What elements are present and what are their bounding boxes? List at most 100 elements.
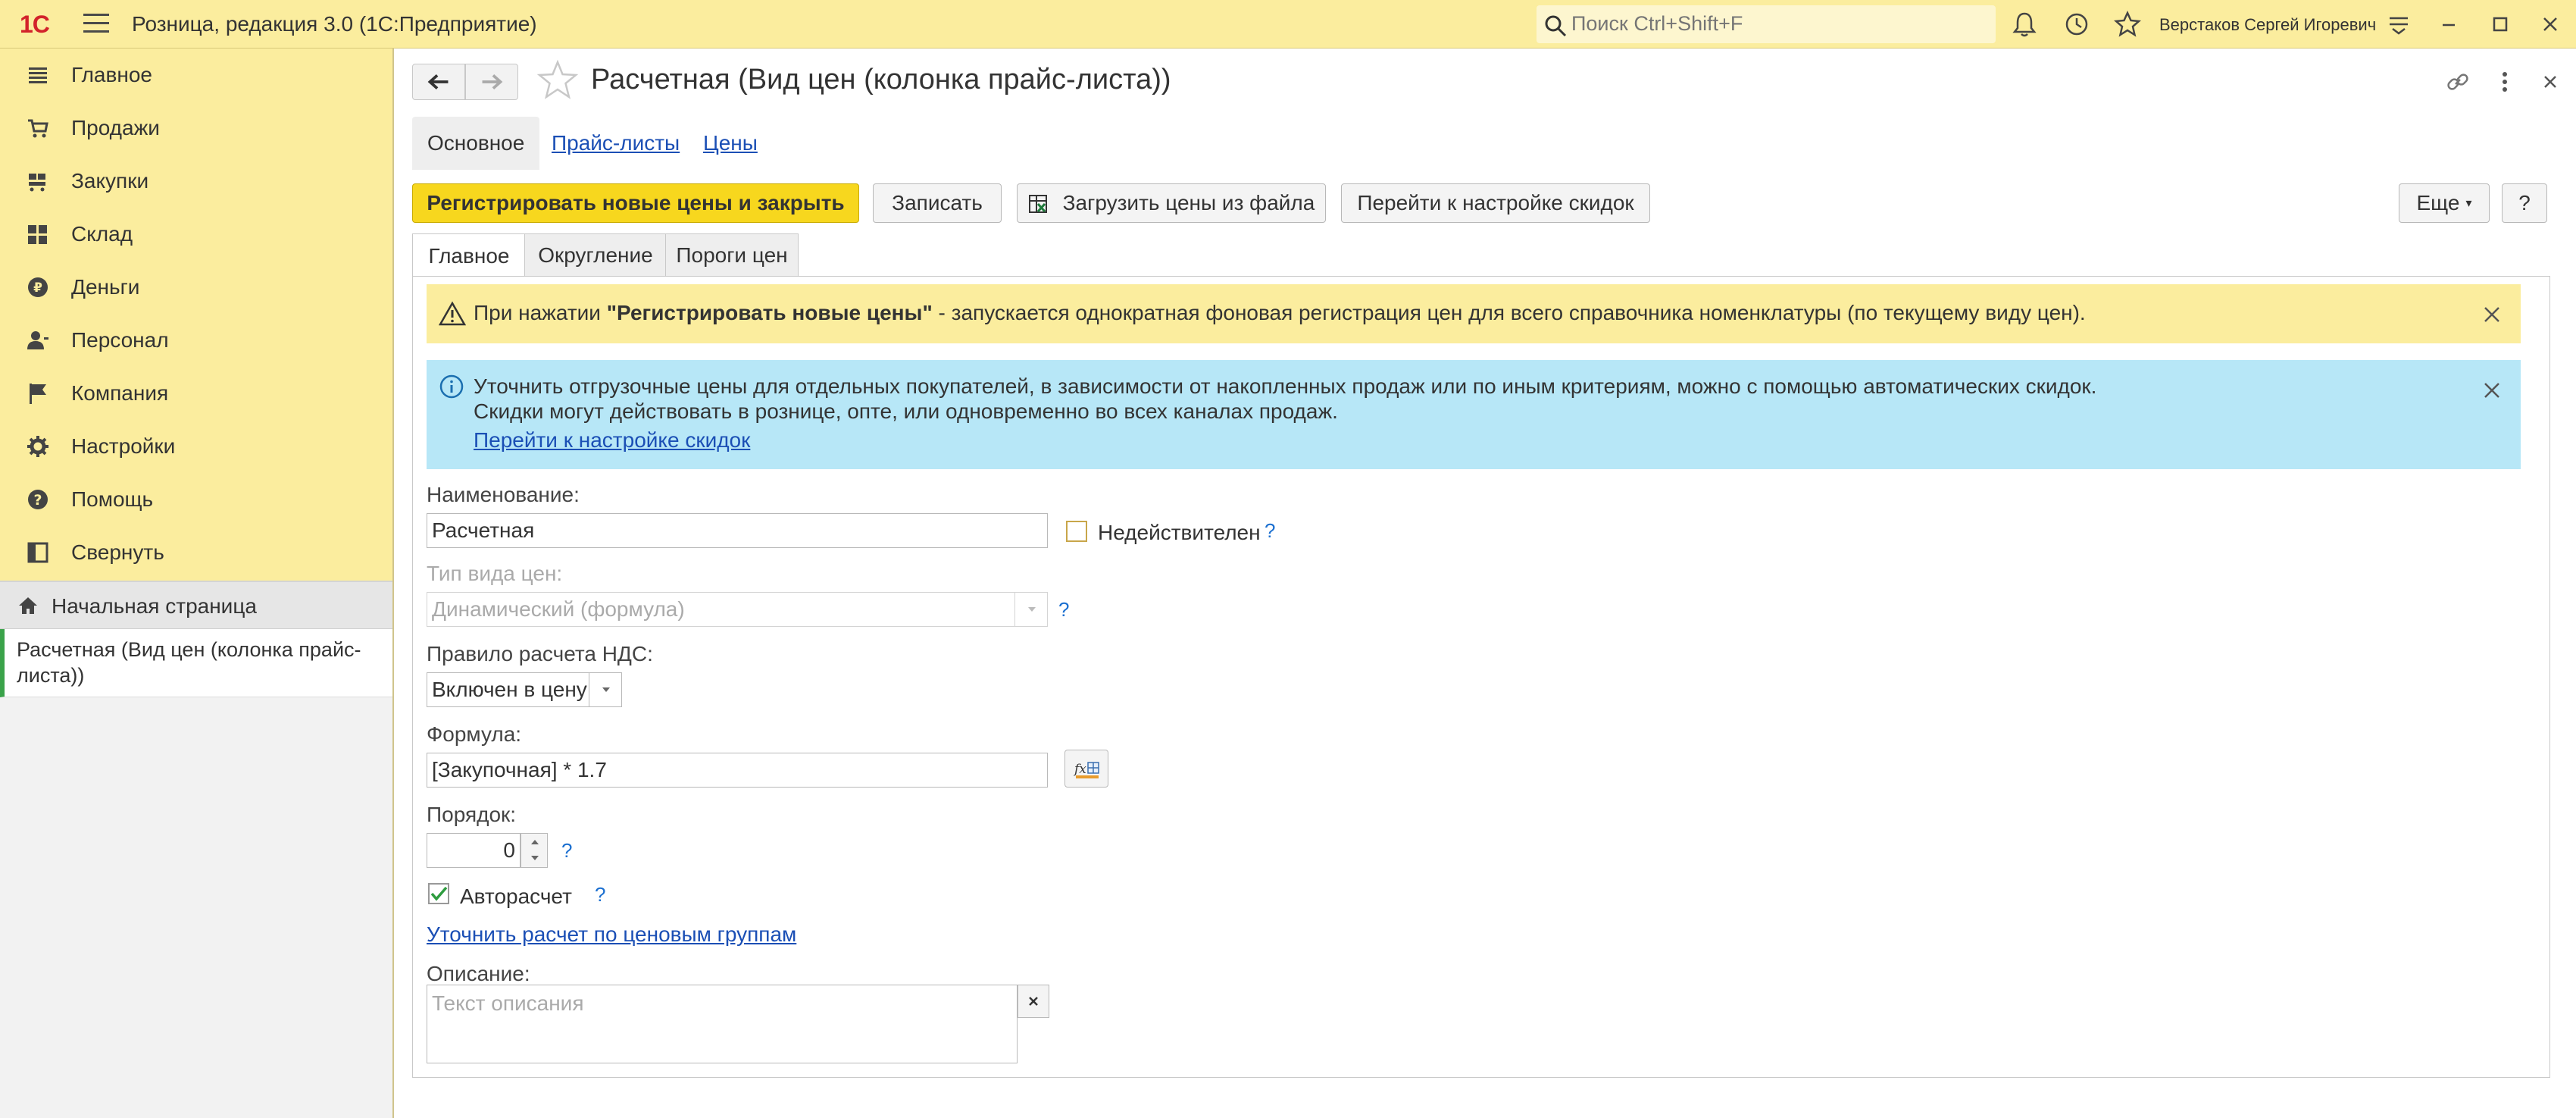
sidebar-item-label: Склад bbox=[71, 222, 133, 246]
checkmark-icon bbox=[430, 886, 448, 901]
home-page-item[interactable]: Начальная страница bbox=[0, 582, 392, 629]
star-icon[interactable] bbox=[2112, 9, 2143, 39]
sidebar-item-collapse[interactable]: Свернуть bbox=[0, 526, 392, 579]
more-vertical-icon[interactable] bbox=[2490, 67, 2520, 97]
sidebar-item-label: Свернуть bbox=[71, 540, 164, 564]
tab-rounding[interactable]: Округление bbox=[524, 233, 667, 276]
flag-icon bbox=[30, 384, 46, 404]
load-prices-button[interactable]: Загрузить цены из файла bbox=[1017, 183, 1326, 223]
autocalc-checkbox[interactable] bbox=[428, 883, 449, 904]
history-icon[interactable] bbox=[2061, 9, 2091, 39]
bell-icon[interactable] bbox=[2009, 9, 2040, 39]
menu-icon[interactable] bbox=[83, 14, 109, 35]
order-label: Порядок: bbox=[427, 803, 517, 826]
arrow-right-icon bbox=[482, 74, 503, 90]
app-logo[interactable]: 1С bbox=[20, 11, 50, 39]
minimize-icon[interactable] bbox=[2434, 9, 2464, 39]
forward-button[interactable] bbox=[465, 64, 518, 100]
invalid-checkbox[interactable] bbox=[1066, 521, 1087, 542]
arrow-left-icon bbox=[427, 74, 449, 90]
autocalc-hint[interactable]: ? bbox=[595, 883, 605, 907]
help-icon: ? bbox=[28, 490, 48, 509]
section-tab-main[interactable]: Основное bbox=[412, 117, 540, 170]
save-button[interactable]: Записать bbox=[873, 183, 1002, 223]
close-icon[interactable] bbox=[2481, 380, 2503, 401]
autocalc-label: Авторасчет bbox=[460, 885, 572, 908]
open-form-label: Расчетная (Вид цен (колонка прайс-листа)… bbox=[17, 638, 361, 687]
search-box[interactable] bbox=[1537, 5, 1996, 43]
info-text: Уточнить отгрузочные цены для отдельных … bbox=[474, 374, 2097, 423]
invalid-hint[interactable]: ? bbox=[1265, 519, 1275, 543]
sidebar-item-sales[interactable]: Продажи bbox=[0, 102, 392, 155]
sidebar-item-warehouse[interactable]: Склад bbox=[0, 208, 392, 261]
vat-field[interactable]: Включен в цену bbox=[427, 672, 590, 707]
vat-dropdown[interactable] bbox=[589, 672, 622, 707]
discount-settings-link[interactable]: Перейти к настройке скидок bbox=[474, 428, 750, 453]
home-icon bbox=[19, 597, 37, 614]
sidebar-item-label: Настройки bbox=[71, 434, 176, 458]
money-icon: ₽ bbox=[28, 277, 48, 297]
close-icon[interactable] bbox=[2481, 304, 2503, 325]
help-button[interactable]: ? bbox=[2502, 183, 2547, 223]
description-field[interactable]: Текст описания bbox=[427, 985, 1018, 1063]
stepper-down-icon[interactable] bbox=[531, 856, 539, 860]
more-button[interactable]: Еще ▾ bbox=[2399, 183, 2490, 223]
search-icon bbox=[1545, 15, 1567, 37]
warning-text: При нажатии "Регистрировать новые цены" … bbox=[474, 301, 2086, 324]
order-stepper[interactable] bbox=[521, 833, 548, 868]
back-button[interactable] bbox=[412, 64, 465, 100]
close-form-icon[interactable] bbox=[2535, 67, 2565, 97]
sidebar-item-money[interactable]: ₽ Деньги bbox=[0, 261, 392, 314]
section-tab-prices[interactable]: Цены bbox=[688, 117, 773, 170]
user-name[interactable]: Верстаков Сергей Игоревич bbox=[2159, 15, 2376, 35]
name-field[interactable]: Расчетная bbox=[427, 513, 1048, 548]
excel-icon bbox=[1029, 195, 1047, 213]
formula-field[interactable]: [Закупочная] * 1.7 bbox=[427, 753, 1048, 788]
open-form-item[interactable]: Расчетная (Вид цен (колонка прайс-листа)… bbox=[0, 629, 392, 697]
formula-label: Формула: bbox=[427, 722, 522, 746]
gear-icon bbox=[27, 436, 48, 457]
sidebar: Главное Продажи Закупки Склад ₽ Деньги П… bbox=[0, 49, 394, 1118]
svg-text:₽: ₽ bbox=[33, 280, 42, 296]
maximize-icon[interactable] bbox=[2485, 9, 2515, 39]
title-bar: 1С Розница, редакция 3.0 (1С:Предприятие… bbox=[0, 0, 2576, 49]
name-label: Наименование: bbox=[427, 483, 580, 506]
clear-description-button[interactable] bbox=[1018, 985, 1049, 1018]
warehouse-icon bbox=[28, 225, 47, 244]
invalid-label: Недействителен bbox=[1098, 521, 1261, 544]
info-banner: Уточнить отгрузочные цены для отдельных … bbox=[427, 360, 2521, 469]
sidebar-item-help[interactable]: ? Помощь bbox=[0, 473, 392, 526]
link-icon[interactable] bbox=[2443, 67, 2473, 97]
clear-icon bbox=[1029, 997, 1038, 1006]
register-prices-button[interactable]: Регистрировать новые цены и закрыть bbox=[412, 183, 859, 223]
person-icon bbox=[27, 331, 48, 349]
sidebar-item-label: Деньги bbox=[71, 275, 140, 299]
price-type-label: Тип вида цен: bbox=[427, 562, 563, 585]
tab-price-thresholds[interactable]: Пороги цен bbox=[665, 233, 799, 276]
purchase-icon bbox=[29, 174, 45, 192]
stepper-up-icon[interactable] bbox=[531, 840, 539, 844]
sidebar-item-main[interactable]: Главное bbox=[0, 49, 392, 102]
search-input[interactable] bbox=[1571, 10, 1980, 37]
sidebar-item-staff[interactable]: Персонал bbox=[0, 314, 392, 367]
price-type-hint[interactable]: ? bbox=[1058, 598, 1069, 622]
order-hint[interactable]: ? bbox=[561, 839, 572, 863]
order-field[interactable]: 0 bbox=[427, 833, 521, 868]
discount-settings-button[interactable]: Перейти к настройке скидок bbox=[1341, 183, 1650, 223]
section-tab-price-lists[interactable]: Прайс-листы bbox=[536, 117, 695, 170]
close-window-icon[interactable] bbox=[2535, 9, 2565, 39]
tab-main[interactable]: Главное bbox=[412, 233, 526, 277]
list-icon bbox=[29, 67, 47, 83]
sidebar-item-company[interactable]: Компания bbox=[0, 367, 392, 420]
sidebar-item-settings[interactable]: Настройки bbox=[0, 420, 392, 473]
tab-panel: При нажатии "Регистрировать новые цены" … bbox=[412, 276, 2550, 1078]
open-windows-panel: Начальная страница Расчетная (Вид цен (к… bbox=[0, 581, 392, 1118]
price-type-dropdown bbox=[1014, 592, 1048, 627]
warning-icon bbox=[439, 301, 466, 326]
refine-by-price-groups-link[interactable]: Уточнить расчет по ценовым группам bbox=[427, 922, 796, 947]
formula-constructor-button[interactable]: fx bbox=[1064, 750, 1108, 788]
settings-menu-icon[interactable] bbox=[2384, 9, 2414, 39]
price-type-field: Динамический (формула) bbox=[427, 592, 1016, 627]
favorite-star-icon[interactable] bbox=[535, 58, 580, 103]
sidebar-item-purchases[interactable]: Закупки bbox=[0, 155, 392, 208]
